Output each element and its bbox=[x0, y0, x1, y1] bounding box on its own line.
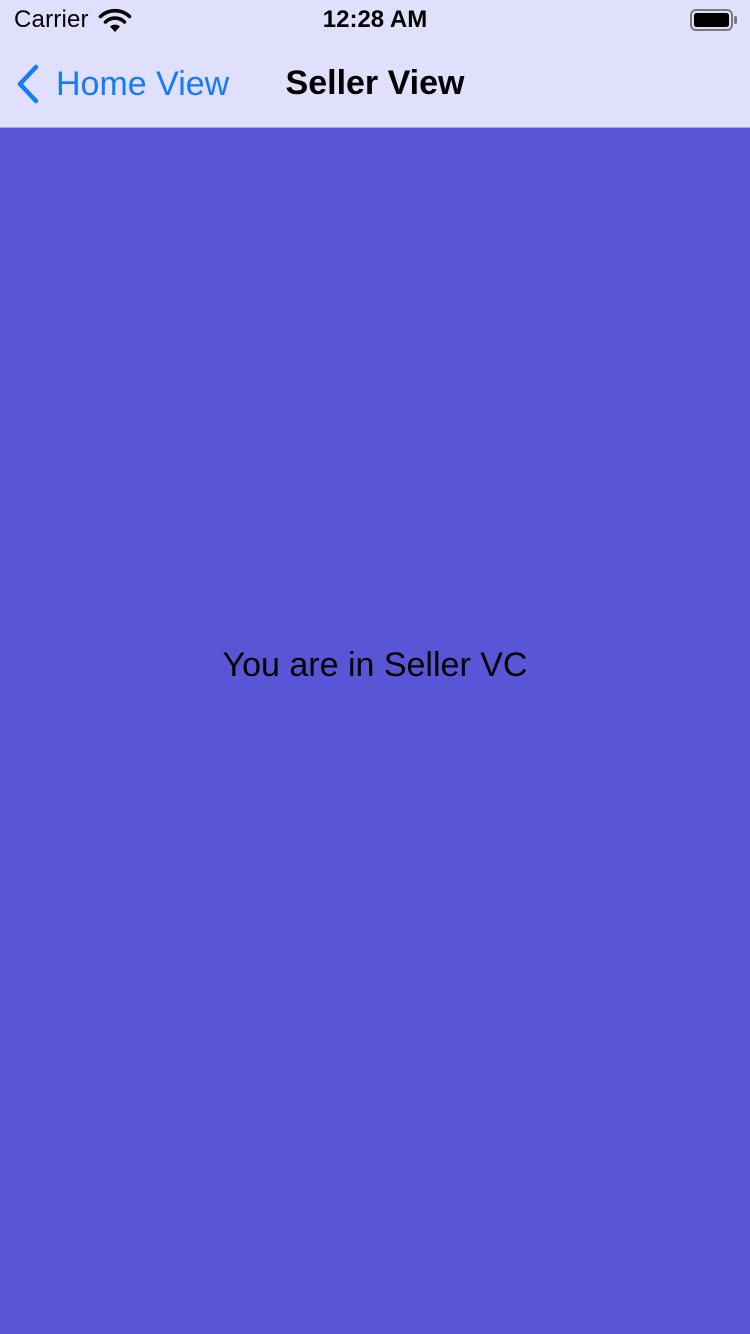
status-message: You are in Seller VC bbox=[222, 646, 528, 684]
status-bar: Carrier 12:28 AM bbox=[0, 0, 750, 40]
main-content: You are in Seller VC bbox=[0, 128, 750, 1334]
seller-screen: Carrier 12:28 AM Home View Seller View Y… bbox=[0, 0, 750, 1334]
top-bar: Carrier 12:28 AM Home View Seller View bbox=[0, 0, 750, 128]
battery-icon bbox=[690, 9, 737, 31]
page-title: Seller View bbox=[285, 64, 465, 102]
navigation-bar: Home View Seller View bbox=[0, 40, 750, 128]
status-time: 12:28 AM bbox=[322, 6, 428, 33]
